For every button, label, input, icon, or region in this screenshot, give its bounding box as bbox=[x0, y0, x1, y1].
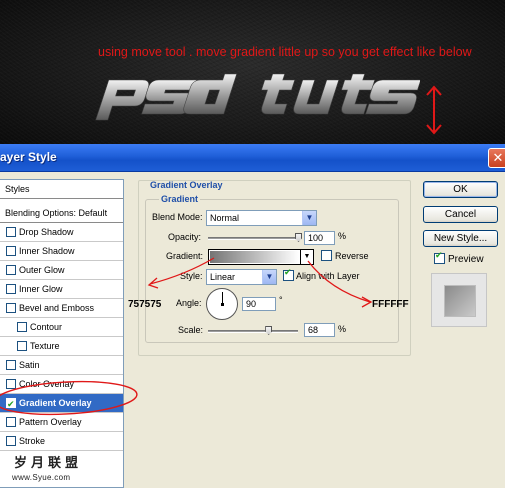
site-watermark: 岁月联盟 bbox=[14, 455, 83, 470]
preview-thumbnail bbox=[431, 273, 487, 327]
preview-label: Preview bbox=[448, 254, 484, 265]
new-style-button[interactable]: New Style... bbox=[423, 230, 498, 247]
gradient-start-color: 757575 bbox=[128, 299, 162, 310]
preview-checkbox[interactable] bbox=[434, 250, 445, 264]
preview-swatch bbox=[445, 286, 475, 316]
highlight-circle bbox=[0, 380, 138, 416]
site-watermark-url: www.Syue.com bbox=[12, 473, 71, 482]
ok-button[interactable]: OK bbox=[423, 181, 498, 198]
cancel-button[interactable]: Cancel bbox=[423, 206, 498, 223]
right-color-arrow bbox=[307, 260, 371, 303]
left-color-arrow bbox=[149, 257, 215, 285]
gradient-end-color: FFFFFF bbox=[372, 299, 409, 310]
